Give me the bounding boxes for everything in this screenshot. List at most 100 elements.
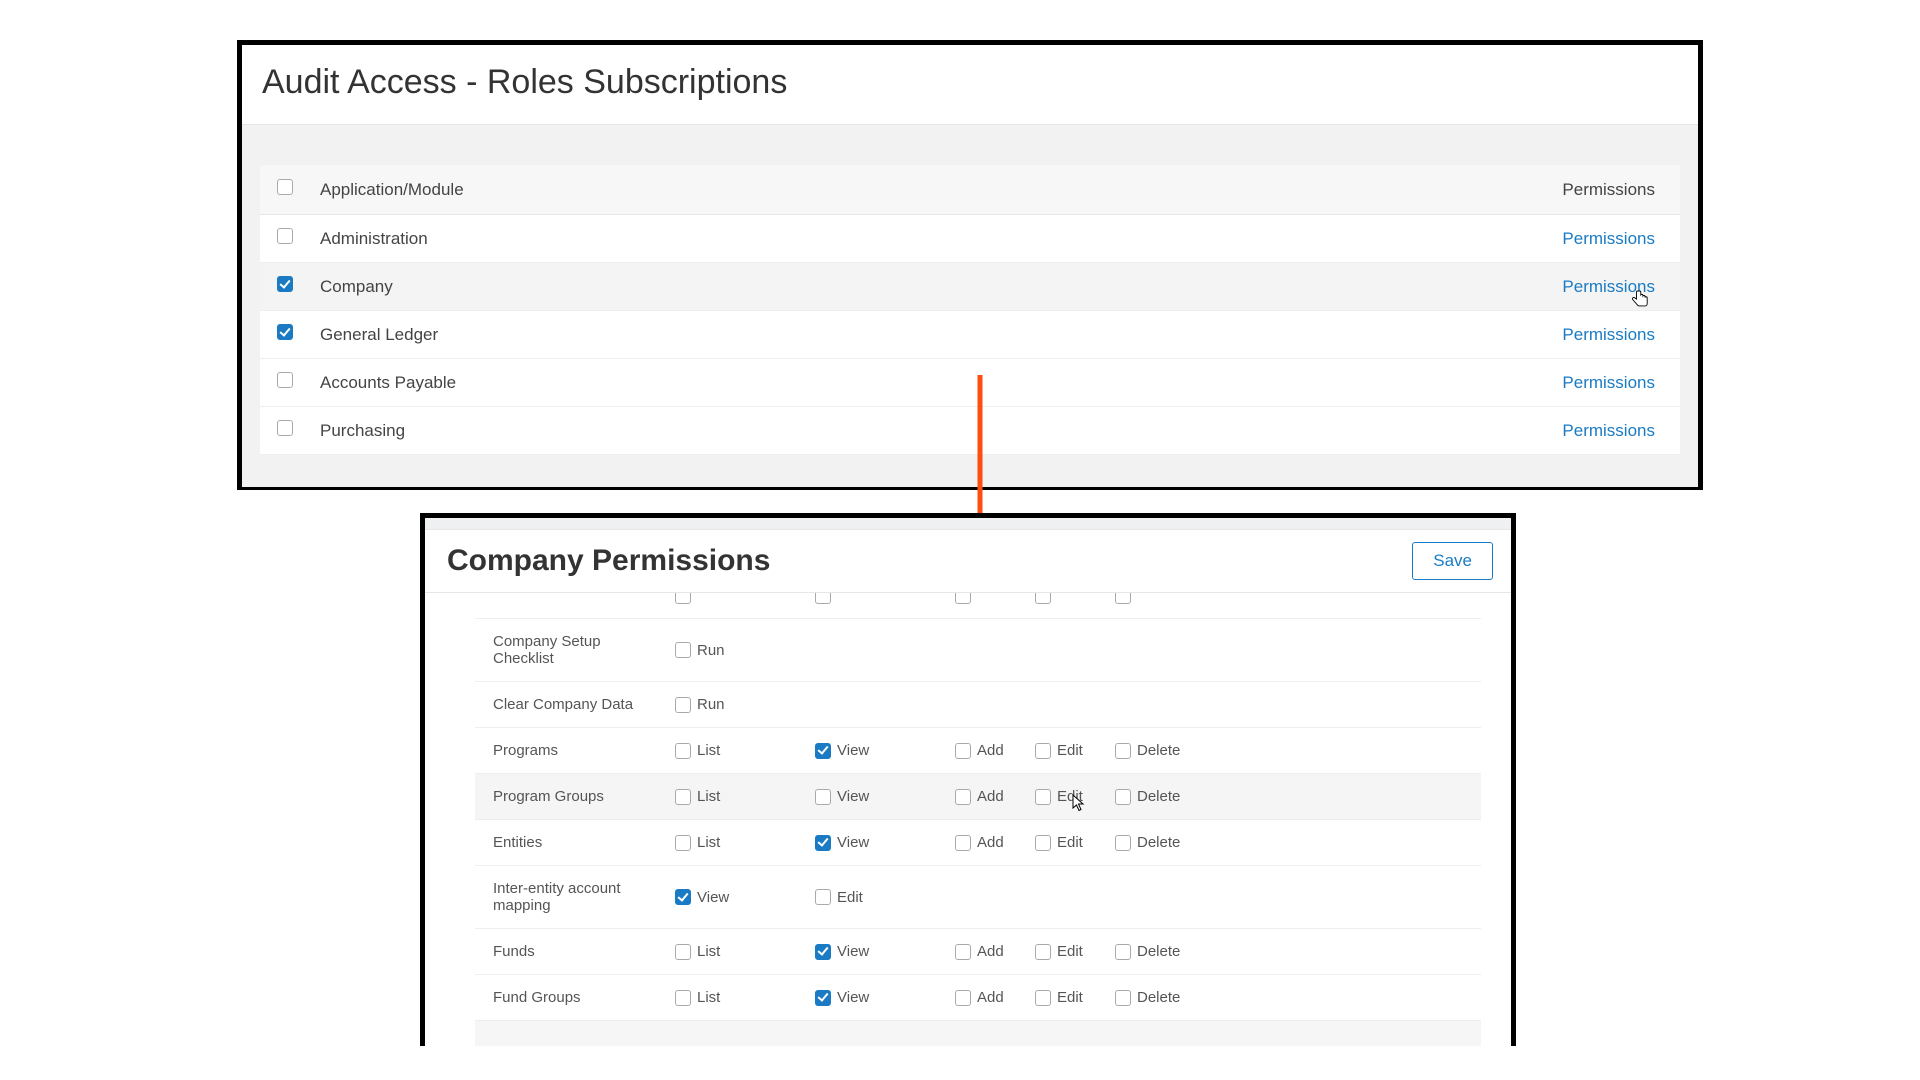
perm-add-checkbox[interactable] <box>955 743 971 759</box>
perm-delete-checkbox[interactable] <box>1115 990 1131 1006</box>
perm-edit-checkbox[interactable] <box>1035 990 1051 1006</box>
save-button[interactable]: Save <box>1412 542 1493 580</box>
page-title: Audit Access - Roles Subscriptions <box>262 63 1678 102</box>
permissions-link-purchasing[interactable]: Permissions <box>1562 421 1655 440</box>
perm-add-label: Add <box>977 834 1004 851</box>
cursor-arrow-icon <box>1072 794 1086 812</box>
perm-edit-checkbox[interactable] <box>815 889 831 905</box>
perm-view-checkbox[interactable] <box>815 944 831 960</box>
module-checkbox-company[interactable] <box>277 276 293 292</box>
modules-table: Application/Module Permissions Administr… <box>260 165 1680 455</box>
perm-delete-checkbox[interactable] <box>1115 835 1131 851</box>
perm-checkbox[interactable] <box>955 593 971 604</box>
permission-row-entities: Entities List View Add Edit Delete <box>475 820 1481 866</box>
module-row-company: Company Permissions <box>260 263 1680 311</box>
perm-checkbox[interactable] <box>1035 593 1051 604</box>
company-permissions-panel: Company Permissions Save Company Setup C… <box>420 513 1516 1046</box>
permission-row-cutoff <box>475 593 1481 619</box>
module-name: Purchasing <box>310 407 1510 455</box>
perm-edit-label: Edit <box>1057 834 1083 851</box>
perm-delete-checkbox[interactable] <box>1115 789 1131 805</box>
perm-delete-checkbox[interactable] <box>1115 944 1131 960</box>
module-name: General Ledger <box>310 311 1510 359</box>
permission-label: Entities <box>475 834 675 851</box>
perm-list-checkbox[interactable] <box>675 789 691 805</box>
perm-edit-checkbox[interactable] <box>1035 789 1051 805</box>
select-all-cell <box>260 165 310 215</box>
perm-view-label: View <box>837 788 869 805</box>
roles-subscriptions-panel: Audit Access - Roles Subscriptions Appli… <box>237 40 1703 490</box>
module-checkbox-accounts-payable[interactable] <box>277 372 293 388</box>
perm-delete-label: Delete <box>1137 788 1180 805</box>
perm-view-checkbox[interactable] <box>815 743 831 759</box>
permission-label <box>475 593 675 604</box>
cursor-hand-icon <box>1632 289 1650 311</box>
select-all-checkbox[interactable] <box>277 179 293 195</box>
panel-top-strip <box>425 518 1511 530</box>
module-checkbox-purchasing[interactable] <box>277 420 293 436</box>
perm-run-checkbox[interactable] <box>675 642 691 658</box>
permission-label: Inter-entity account mapping <box>475 880 675 914</box>
perm-list-label: List <box>697 742 720 759</box>
panel-header: Audit Access - Roles Subscriptions <box>242 45 1698 125</box>
perm-run-label: Run <box>697 642 725 659</box>
perm-edit-label: Edit <box>837 889 863 906</box>
permission-row-funds: Funds List View Add Edit Delete <box>475 929 1481 975</box>
perm-add-checkbox[interactable] <box>955 789 971 805</box>
perm-list-checkbox[interactable] <box>675 990 691 1006</box>
permission-label: Funds <box>475 943 675 960</box>
permissions-link-general-ledger[interactable]: Permissions <box>1562 325 1655 344</box>
perm-checkbox[interactable] <box>815 593 831 604</box>
perm-list-checkbox[interactable] <box>675 835 691 851</box>
permissions-title: Company Permissions <box>447 544 770 578</box>
panel-body: Application/Module Permissions Administr… <box>242 125 1698 487</box>
permission-row-program-groups: Program Groups List View Add Edit Delete <box>475 774 1481 820</box>
perm-view-checkbox[interactable] <box>815 789 831 805</box>
perm-delete-checkbox[interactable] <box>1115 743 1131 759</box>
perm-view-checkbox[interactable] <box>815 835 831 851</box>
column-permissions: Permissions <box>1510 165 1680 215</box>
module-checkbox-administration[interactable] <box>277 228 293 244</box>
perm-add-label: Add <box>977 989 1004 1006</box>
module-row-accounts-payable: Accounts Payable Permissions <box>260 359 1680 407</box>
permissions-link-administration[interactable]: Permissions <box>1562 229 1655 248</box>
perm-view-checkbox[interactable] <box>675 889 691 905</box>
permission-label: Fund Groups <box>475 989 675 1006</box>
perm-checkbox[interactable] <box>1115 593 1131 604</box>
perm-list-label: List <box>697 834 720 851</box>
perm-add-label: Add <box>977 742 1004 759</box>
perm-edit-checkbox[interactable] <box>1035 835 1051 851</box>
perm-add-label: Add <box>977 788 1004 805</box>
perm-list-checkbox[interactable] <box>675 743 691 759</box>
perm-list-label: List <box>697 788 720 805</box>
perm-list-label: List <box>697 943 720 960</box>
perm-delete-label: Delete <box>1137 943 1180 960</box>
perm-view-checkbox[interactable] <box>815 990 831 1006</box>
perm-checkbox[interactable] <box>675 593 691 604</box>
perm-edit-checkbox[interactable] <box>1035 743 1051 759</box>
permissions-header: Company Permissions Save <box>425 530 1511 593</box>
perm-add-checkbox[interactable] <box>955 990 971 1006</box>
module-name: Accounts Payable <box>310 359 1510 407</box>
perm-list-checkbox[interactable] <box>675 944 691 960</box>
perm-delete-label: Delete <box>1137 834 1180 851</box>
perm-view-label: View <box>837 943 869 960</box>
perm-run-checkbox[interactable] <box>675 697 691 713</box>
permission-row-clear-data: Clear Company Data Run <box>475 682 1481 728</box>
perm-delete-label: Delete <box>1137 989 1180 1006</box>
perm-add-checkbox[interactable] <box>955 944 971 960</box>
perm-view-label: View <box>837 834 869 851</box>
perm-view-label: View <box>837 989 869 1006</box>
perm-view-label: View <box>697 889 729 906</box>
module-checkbox-general-ledger[interactable] <box>277 324 293 340</box>
table-header-row: Application/Module Permissions <box>260 165 1680 215</box>
perm-add-checkbox[interactable] <box>955 835 971 851</box>
module-name: Administration <box>310 215 1510 263</box>
permission-row-programs: Programs List View Add Edit Delete <box>475 728 1481 774</box>
column-application-module: Application/Module <box>310 165 1510 215</box>
perm-edit-checkbox[interactable] <box>1035 944 1051 960</box>
permissions-link-accounts-payable[interactable]: Permissions <box>1562 373 1655 392</box>
permission-label: Company Setup Checklist <box>475 633 675 667</box>
perm-edit-label: Edit <box>1057 943 1083 960</box>
permission-row-inter-entity: Inter-entity account mapping View Edit <box>475 866 1481 929</box>
